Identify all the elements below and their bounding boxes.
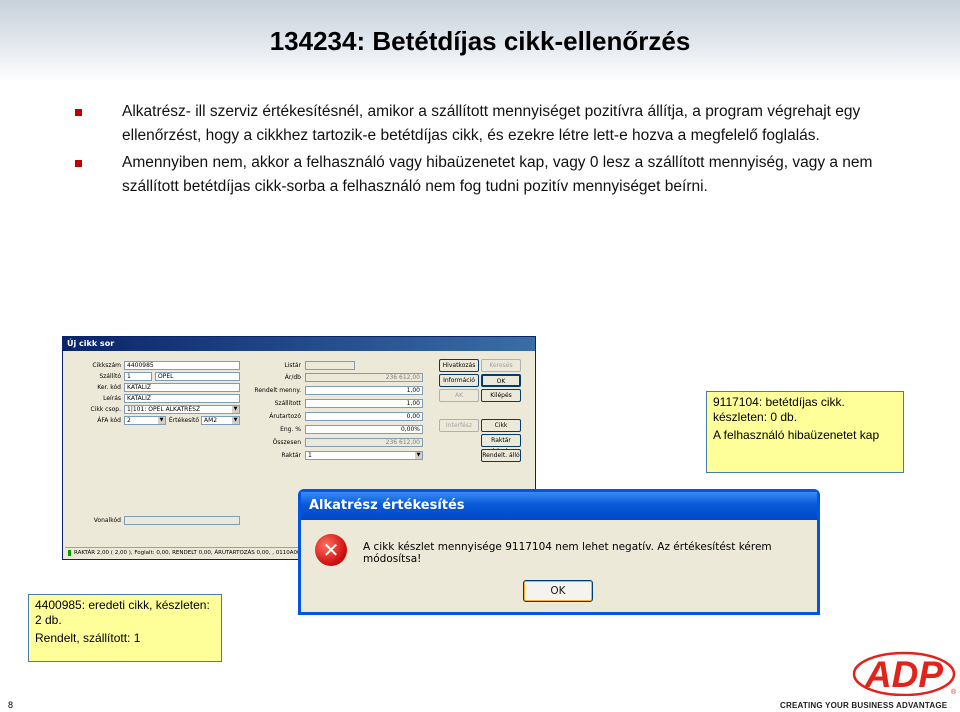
adp-logo: ADP ® <box>852 651 956 696</box>
label-szallitott: Szállított <box>274 400 301 407</box>
raktar-value: 1 <box>308 452 312 459</box>
ertekesito-value: AM2 <box>204 417 218 424</box>
label-listar: Listár <box>284 362 301 369</box>
cikk-csop-value: 1|101: OPEL ALKATRÉSZ <box>127 406 201 413</box>
osszesen-field: 236 612,00 <box>305 438 423 447</box>
label-leiras: Leírás <box>103 395 121 402</box>
rendelt-allo-button[interactable]: Rendelt. álló <box>481 449 521 462</box>
svg-text:®: ® <box>951 688 956 696</box>
note-line: 4400985: eredeti cikk, készleten: 2 db. <box>35 598 210 627</box>
error-dialog: Alkatrész értékesítés ✕ A cikk készlet m… <box>298 489 820 615</box>
chevron-down-icon[interactable]: ▼ <box>232 406 239 413</box>
bullet-item: Alkatrész- ill szerviz értékesítésnél, a… <box>72 100 892 148</box>
vonalkod-field[interactable] <box>124 516 240 525</box>
note-line: A felhasználó hibaüzenetet kap <box>713 428 880 442</box>
label-ar: Ár/db <box>284 374 301 381</box>
cikkszam-field[interactable]: 4400985 <box>124 361 240 370</box>
note-line: 9117104: betétdíjas cikk. készleten: 0 d… <box>713 395 845 424</box>
kilepes-button[interactable]: Kilépés <box>481 389 521 402</box>
chevron-down-icon[interactable]: ▼ <box>415 452 422 459</box>
afa-kod-value: 2 <box>127 417 131 424</box>
dialog-titlebar[interactable]: Új cikk sor <box>63 337 535 351</box>
label-szallito: Szállító <box>99 373 121 380</box>
error-x-icon: ✕ <box>315 534 347 566</box>
bullet-list: Alkatrész- ill szerviz értékesítésnél, a… <box>72 100 892 202</box>
kereses-button[interactable]: Keresés <box>481 359 521 372</box>
bullet-text: Amennyiben nem, akkor a felhasználó vagy… <box>122 154 873 195</box>
ertekesito-select[interactable]: AM2 ▼ <box>201 416 240 425</box>
page-number: 8 <box>8 700 14 710</box>
cikk-csop-select[interactable]: 1|101: OPEL ALKATRÉSZ ▼ <box>124 405 240 414</box>
raktar-keszlet-button[interactable]: Raktár készl. <box>481 434 521 455</box>
chevron-down-icon[interactable]: ▼ <box>232 417 239 424</box>
szallito-name-field[interactable]: OPEL <box>155 372 240 381</box>
error-message: A cikk készlet mennyisége 9117104 nem le… <box>363 541 772 565</box>
eng-field[interactable]: 0,00% <box>305 425 423 434</box>
label-eng: Eng. % <box>280 426 301 433</box>
status-indicator-icon <box>68 549 71 556</box>
interfesz-button[interactable]: Interfész <box>439 419 479 432</box>
label-ertekesito: Értékesítő <box>168 417 199 424</box>
cikk-button[interactable]: Cikk <box>481 419 521 432</box>
adp-logo-text: ADP <box>864 654 943 695</box>
status-text: RAKTÁR 2,00 ( 2,00 ), Foglalt: 0,00, REN… <box>74 550 305 556</box>
bullet-square-icon <box>75 109 82 116</box>
raktar-select[interactable]: 1 ▼ <box>305 451 423 460</box>
arutartozo-field[interactable]: 0,00 <box>305 412 423 421</box>
note-eredeti-cikk: 4400985: eredeti cikk, készleten: 2 db. … <box>28 594 222 662</box>
note-betetdijas-cikk: 9117104: betétdíjas cikk. készleten: 0 d… <box>706 391 904 473</box>
bullet-item: Amennyiben nem, akkor a felhasználó vagy… <box>72 151 892 199</box>
label-vonalkod: Vonalkód <box>93 517 121 524</box>
informacio-button[interactable]: Információ <box>439 374 479 387</box>
leiras-field[interactable]: KATALIZ <box>124 394 240 403</box>
label-cikkszam: Cikkszám <box>92 362 121 369</box>
ak-button[interactable]: AK <box>439 389 479 402</box>
szallitott-field[interactable]: 1,00 <box>305 399 423 408</box>
ok-button[interactable]: OK <box>481 374 521 387</box>
label-osszesen: Összesen <box>272 439 301 446</box>
error-dialog-titlebar[interactable]: Alkatrész értékesítés <box>301 492 817 520</box>
ker-kod-field[interactable]: KATALIZ <box>124 383 240 392</box>
bullet-text: Alkatrész- ill szerviz értékesítésnél, a… <box>122 103 861 144</box>
hivatkozas-button[interactable]: Hivatkozás <box>439 359 479 372</box>
label-raktar: Raktár <box>281 452 301 459</box>
note-line: Rendelt, szállított: 1 <box>35 631 141 645</box>
ar-field: 236 612,00 <box>305 373 423 382</box>
error-ok-button[interactable]: OK <box>523 580 593 602</box>
label-rendelt: Rendelt menny. <box>254 387 301 394</box>
label-arutartozo: Árutartozó <box>269 413 301 420</box>
slide-title: 134234: Betétdíjas cikk-ellenőrzés <box>269 26 691 56</box>
listar-field <box>305 361 355 370</box>
rendelt-field[interactable]: 1,00 <box>305 386 423 395</box>
label-afa-kod: ÁFA kód <box>97 417 121 424</box>
tagline: CREATING YOUR BUSINESS ADVANTAGE <box>780 701 948 710</box>
label-ker-kod: Ker. kód <box>97 384 121 391</box>
szallito-code-field[interactable]: 1 <box>124 372 152 381</box>
label-cikk-csop: Cikk csop. <box>90 406 121 413</box>
bullet-square-icon <box>75 160 82 167</box>
